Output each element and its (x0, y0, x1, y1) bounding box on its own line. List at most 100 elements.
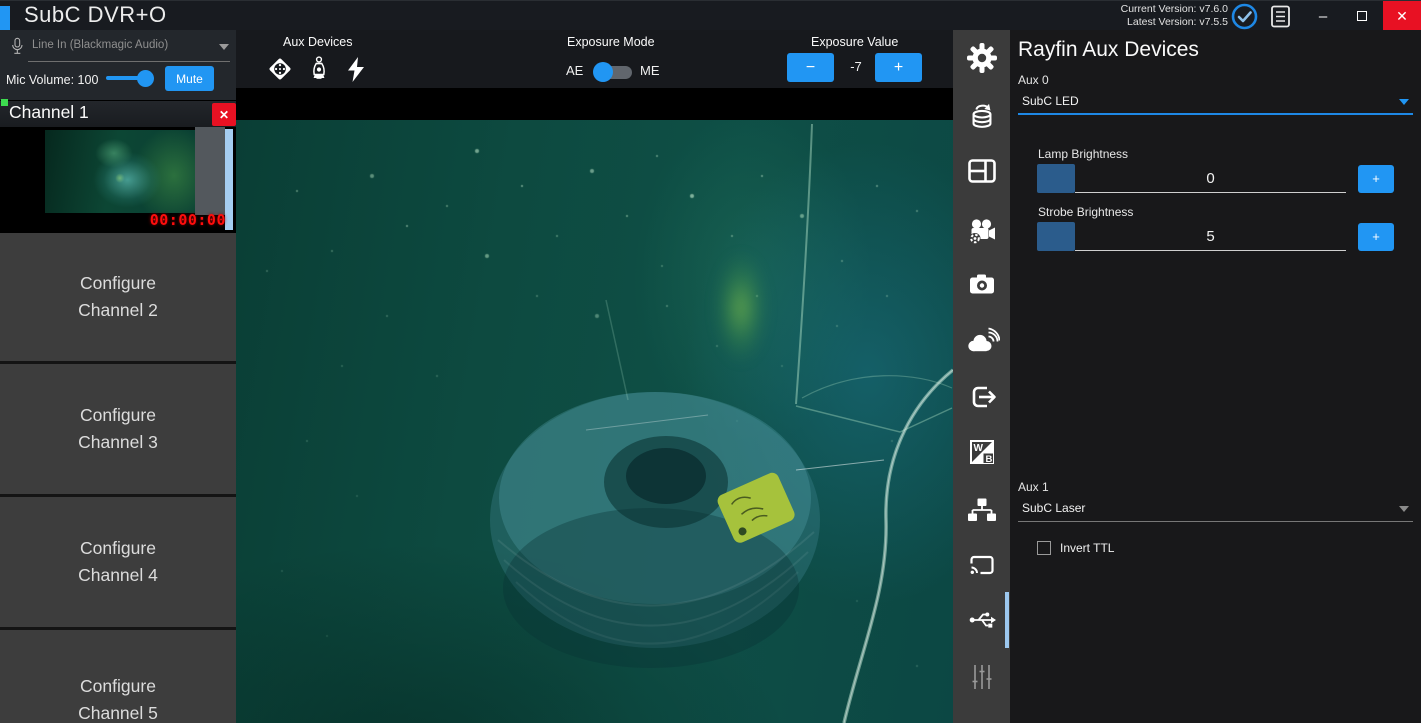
exposure-mode-toggle[interactable] (595, 66, 632, 79)
document-icon (1270, 5, 1291, 28)
exposure-mode-toggle-knob[interactable] (593, 62, 613, 82)
audio-input-underline (28, 61, 230, 62)
exposure-me-label: ME (640, 63, 660, 78)
sidebar-cast-button[interactable] (953, 543, 1010, 587)
close-button[interactable]: ✕ (1383, 1, 1421, 31)
configure-label-line1: Configure (80, 535, 156, 562)
exposure-mode-title: Exposure Mode (567, 35, 655, 49)
sidebar-cloud-button[interactable] (953, 318, 1010, 362)
chevron-down-icon[interactable] (219, 44, 229, 50)
camera-control-strip: Aux Devices Exposure Mode AE (236, 30, 953, 88)
svg-text:B: B (985, 454, 992, 465)
configure-label-line2: Channel 3 (78, 429, 158, 456)
camera-icon (966, 268, 998, 300)
cable-spool-graphic (236, 120, 953, 723)
main-video-feed[interactable] (236, 88, 953, 723)
active-tab-indicator (1005, 592, 1009, 648)
aux0-label: Aux 0 (1018, 73, 1049, 87)
invert-ttl-row: Invert TTL (1037, 541, 1114, 555)
chevron-down-icon (1399, 506, 1409, 512)
flash-icon[interactable] (344, 56, 368, 83)
channel1-preview-gutter (195, 127, 225, 215)
update-check-button[interactable] (1231, 3, 1258, 30)
configure-label-line1: Configure (80, 402, 156, 429)
strobe-decrease-button[interactable] (1037, 222, 1075, 251)
configure-channel3-button[interactable]: Configure Channel 3 (0, 364, 236, 494)
sidebar-settings-button[interactable] (953, 36, 1010, 80)
latest-version-text: Latest Version: v7.5.5 (1121, 16, 1228, 29)
aux0-device-value: SubC LED (1022, 94, 1079, 108)
channel-config-list: Configure Channel 2 Configure Channel 3 … (0, 233, 236, 723)
settings-sidebar: W B (953, 30, 1010, 723)
sidebar-video-settings-button[interactable] (953, 210, 1010, 254)
configure-channel5-button[interactable]: Configure Channel 5 (0, 630, 236, 723)
strobe-brightness-value[interactable]: 5 (1075, 222, 1346, 251)
strobe-brightness-label: Strobe Brightness (1038, 205, 1133, 219)
sidebar-storage-button[interactable] (953, 95, 1010, 139)
mic-volume-slider-knob[interactable] (137, 70, 154, 87)
aux0-device-select[interactable]: SubC LED (1018, 90, 1413, 115)
record-timestamp: 00:00:00 (150, 211, 226, 229)
configure-channel4-button[interactable]: Configure Channel 4 (0, 497, 236, 627)
sidebar-usb-button[interactable] (953, 598, 1010, 642)
channel1-video-thumbnail[interactable] (45, 130, 195, 213)
sidebar-layout-button[interactable] (953, 149, 1010, 193)
exposure-ae-label: AE (566, 63, 583, 78)
svg-text:W: W (973, 443, 983, 454)
release-notes-button[interactable] (1270, 5, 1291, 28)
minimize-button[interactable]: – (1303, 1, 1343, 31)
lamp-decrease-button[interactable] (1037, 164, 1075, 193)
exposure-value-title: Exposure Value (811, 35, 898, 49)
configure-label-line1: Configure (80, 673, 156, 700)
audio-input-select[interactable]: Line In (Blackmagic Audio) (32, 39, 168, 51)
sidebar-adjustments-button[interactable] (953, 655, 1010, 699)
exposure-value: -7 (840, 59, 872, 74)
cast-icon (966, 549, 998, 581)
strobe-increase-button[interactable]: + (1358, 223, 1394, 251)
aux1-label: Aux 1 (1018, 480, 1049, 494)
channel1-close-button[interactable]: ✕ (212, 103, 236, 126)
channel1-title: Channel 1 (9, 102, 89, 123)
mute-button[interactable]: Mute (165, 66, 214, 91)
network-icon (966, 496, 998, 524)
aux-device-icons (266, 55, 368, 83)
channel1-preview-area: 00:00:00 (0, 127, 236, 232)
channel-list-scrollbar[interactable] (225, 129, 233, 230)
app-window: SubC DVR+O Current Version: v7.6.0 Lates… (0, 0, 1421, 723)
sidebar-export-button[interactable] (953, 375, 1010, 419)
aux1-device-select[interactable]: SubC Laser (1018, 497, 1413, 522)
microphone-icon (7, 35, 27, 59)
aux-devices-title: Aux Devices (283, 35, 352, 49)
chevron-down-icon (1399, 99, 1409, 105)
lantern-icon[interactable] (308, 56, 330, 83)
configure-label-line2: Channel 4 (78, 562, 158, 589)
configure-label-line1: Configure (80, 270, 156, 297)
storage-backup-icon (967, 101, 997, 133)
mic-volume-label: Mic Volume: 100 (6, 73, 98, 87)
strobe-diamond-icon[interactable] (266, 55, 294, 83)
invert-ttl-label: Invert TTL (1060, 541, 1114, 555)
maximize-button[interactable] (1343, 1, 1381, 31)
lamp-increase-button[interactable]: + (1358, 165, 1394, 193)
invert-ttl-checkbox[interactable] (1037, 541, 1051, 555)
exposure-increase-button[interactable]: + (875, 53, 922, 82)
configure-channel2-button[interactable]: Configure Channel 2 (0, 233, 236, 361)
title-accent-bar (0, 6, 10, 31)
aux1-device-value: SubC Laser (1022, 501, 1085, 515)
maximize-icon (1357, 11, 1367, 21)
adjustments-icon (966, 662, 998, 692)
checkmark-circle-icon (1231, 3, 1258, 30)
panel-title: Rayfin Aux Devices (1018, 38, 1199, 62)
lamp-brightness-control: 0 + (1037, 164, 1394, 193)
sidebar-network-button[interactable] (953, 488, 1010, 532)
exposure-decrease-button[interactable]: − (787, 53, 834, 82)
lamp-brightness-value[interactable]: 0 (1075, 164, 1346, 193)
sidebar-white-balance-button[interactable]: W B (953, 430, 1010, 474)
audio-panel: Line In (Blackmagic Audio) Mic Volume: 1… (0, 30, 236, 100)
title-bar: SubC DVR+O Current Version: v7.6.0 Lates… (0, 0, 1421, 30)
layout-icon (966, 156, 998, 186)
strobe-brightness-control: 5 + (1037, 222, 1394, 251)
recording-indicator (1, 99, 8, 106)
sidebar-camera-button[interactable] (953, 262, 1010, 306)
white-balance-icon: W B (966, 436, 998, 468)
